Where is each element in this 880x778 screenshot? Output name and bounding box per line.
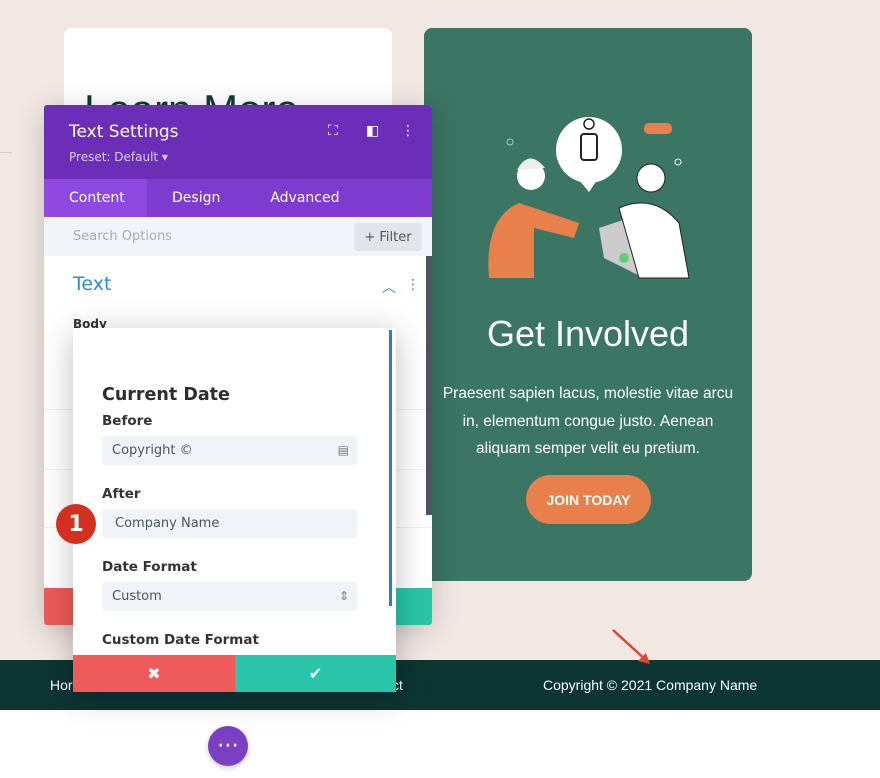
handshake-illustration-icon — [488, 117, 690, 279]
panel-header: Text Settings Preset: Default ▾ ⛶ ◧ ⋮ — [44, 105, 432, 179]
search-bar: Search Options + Filter — [44, 217, 432, 256]
before-value: Copyright © — [112, 443, 193, 458]
popup-scrollbar[interactable] — [389, 330, 392, 606]
before-input[interactable]: Copyright © ▤ — [102, 436, 357, 465]
before-label: Before — [102, 413, 153, 429]
popup-heading: Current Date — [102, 385, 230, 405]
select-arrows-icon: ⇕ — [338, 589, 349, 603]
red-arrow-icon — [612, 629, 650, 664]
get-involved-text: Praesent sapien lacus, molestie vitae ar… — [442, 385, 734, 457]
preset-dropdown[interactable]: Preset: Default ▾ — [69, 150, 168, 164]
custom-date-format-label: Custom Date Format — [102, 632, 259, 648]
split-view-icon[interactable]: ◧ — [366, 123, 379, 139]
popup-cancel-button[interactable]: ✖ — [73, 655, 235, 692]
more-options-button[interactable]: ⋯ — [208, 726, 248, 766]
join-today-button[interactable]: JOIN TODAY — [526, 475, 651, 524]
dynamic-content-icon[interactable]: ▤ — [338, 436, 349, 465]
chevron-up-icon[interactable]: ︿ — [382, 277, 396, 297]
scrollbar[interactable] — [426, 256, 432, 515]
section-title-text[interactable]: Text — [73, 273, 111, 295]
tab-design[interactable]: Design — [147, 179, 245, 217]
date-format-value: Custom — [112, 589, 162, 604]
panel-title: Text Settings — [69, 122, 179, 142]
footer-link-home[interactable]: Hor — [50, 677, 73, 693]
divider — [0, 152, 12, 153]
section-menu-icon[interactable]: ⋮ — [406, 277, 420, 293]
step-badge: 1 — [56, 504, 96, 544]
tab-advanced[interactable]: Advanced — [245, 179, 364, 217]
after-input[interactable]: Company Name — [102, 509, 357, 538]
fullscreen-icon[interactable]: ⛶ — [328, 123, 338, 139]
tab-content[interactable]: Content — [44, 179, 147, 217]
dynamic-content-popup: Current Date Before Copyright © ▤ After C… — [73, 328, 396, 692]
filter-button[interactable]: + Filter — [354, 223, 422, 251]
search-input[interactable]: Search Options — [73, 229, 172, 244]
kebab-menu-icon[interactable]: ⋮ — [401, 123, 415, 139]
footer-copyright: Copyright © 2021 Company Name — [543, 677, 758, 693]
panel-tabs: Content Design Advanced — [44, 179, 432, 217]
close-icon: ✖ — [147, 664, 161, 683]
after-label: After — [102, 486, 141, 502]
date-format-select[interactable]: Custom ⇕ — [102, 582, 357, 611]
popup-confirm-button[interactable]: ✔ — [235, 655, 396, 692]
get-involved-title: Get Involved — [486, 313, 690, 354]
get-involved-card: Get Involved Praesent sapien lacus, mole… — [424, 28, 752, 581]
check-icon: ✔ — [308, 664, 323, 683]
date-format-label: Date Format — [102, 559, 197, 575]
